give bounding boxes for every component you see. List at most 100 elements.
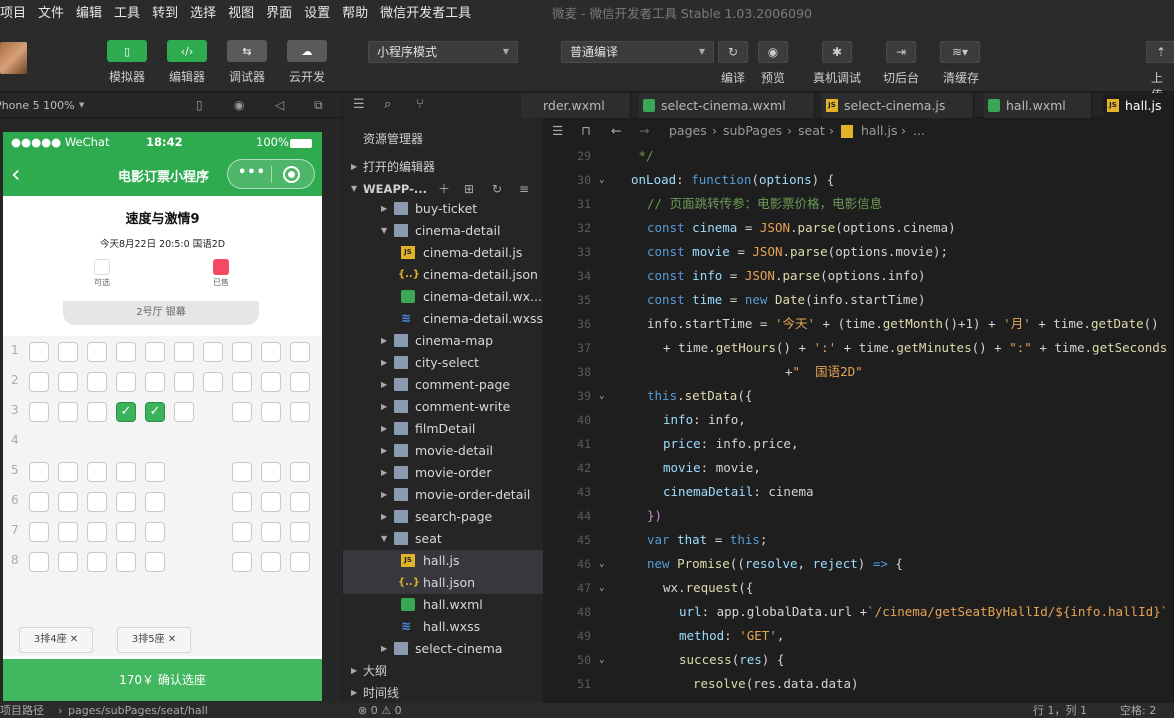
- menu-help[interactable]: 帮助: [336, 0, 374, 28]
- menu-select[interactable]: 选择: [184, 0, 222, 28]
- seat[interactable]: [58, 372, 78, 392]
- record-icon[interactable]: ◉: [234, 93, 244, 118]
- seat[interactable]: [145, 552, 165, 572]
- tree-item[interactable]: JS hall.js: [343, 550, 543, 572]
- tree-item[interactable]: hall.wxml: [343, 594, 543, 616]
- menu-view[interactable]: 视图: [222, 0, 260, 28]
- tree-item[interactable]: ▶ comment-write: [343, 396, 543, 418]
- tree-item[interactable]: ≋ cinema-detail.wxss: [343, 308, 543, 330]
- tree-item[interactable]: ▶ buy-ticket: [343, 198, 543, 220]
- seat[interactable]: [145, 372, 165, 392]
- seat[interactable]: [58, 552, 78, 572]
- tab-hall-wxml[interactable]: hall.wxml: [984, 93, 1092, 118]
- phone-icon[interactable]: ▯: [196, 93, 203, 118]
- mode-select[interactable]: 小程序模式 ▼: [368, 41, 518, 63]
- seat[interactable]: [290, 492, 310, 512]
- seat[interactable]: [58, 492, 78, 512]
- seat[interactable]: [58, 522, 78, 542]
- open-editors-section[interactable]: ▶ 打开的编辑器: [343, 156, 543, 178]
- cloud-button[interactable]: ☁ 云开发: [287, 40, 327, 85]
- tree-item[interactable]: JS cinema-detail.js: [343, 242, 543, 264]
- refresh-icon[interactable]: ↻: [492, 178, 502, 200]
- seat[interactable]: [58, 342, 78, 362]
- seat[interactable]: [87, 402, 107, 422]
- seat[interactable]: [290, 372, 310, 392]
- tree-item[interactable]: ▶ select-cinema: [343, 638, 543, 660]
- seat[interactable]: [29, 372, 49, 392]
- new-folder-icon[interactable]: ⊞: [464, 178, 474, 200]
- seat[interactable]: [87, 342, 107, 362]
- seat[interactable]: [87, 462, 107, 482]
- seat[interactable]: [58, 462, 78, 482]
- seat[interactable]: [261, 462, 281, 482]
- seat[interactable]: [232, 462, 252, 482]
- selected-seat[interactable]: ✓: [145, 402, 165, 422]
- outline-section[interactable]: ▶ 大纲: [343, 660, 543, 682]
- tree-item[interactable]: ▶ city-select: [343, 352, 543, 374]
- tree-item[interactable]: ▶ search-page: [343, 506, 543, 528]
- seat[interactable]: [232, 552, 252, 572]
- seat[interactable]: [87, 372, 107, 392]
- tab-order-wxml[interactable]: rder.wxml: [521, 93, 631, 118]
- seat[interactable]: [261, 342, 281, 362]
- tree-item[interactable]: ▶ movie-order-detail: [343, 484, 543, 506]
- tree-item[interactable]: {..} cinema-detail.json: [343, 264, 543, 286]
- menu-tools[interactable]: 工具: [108, 0, 146, 28]
- crumb-subpages[interactable]: subPages: [723, 118, 782, 144]
- tree-item[interactable]: ▶ movie-order: [343, 462, 543, 484]
- seat[interactable]: [116, 492, 136, 512]
- crumb-file[interactable]: hall.js: [861, 118, 898, 144]
- menu-interface[interactable]: 界面: [260, 0, 298, 28]
- fold-icon[interactable]: ⌄: [599, 648, 604, 672]
- seat[interactable]: [232, 522, 252, 542]
- seat[interactable]: [87, 522, 107, 542]
- more-icon[interactable]: •••: [238, 165, 266, 180]
- upload-button[interactable]: ⇡: [1146, 41, 1174, 63]
- indentation[interactable]: 空格: 2: [1120, 703, 1156, 718]
- menu-project[interactable]: 项目: [0, 0, 32, 28]
- selected-seat-chip[interactable]: 3排5座 ✕: [117, 627, 191, 653]
- seat[interactable]: [261, 552, 281, 572]
- cursor-position[interactable]: 行 1，列 1: [1033, 703, 1087, 718]
- crumb-pages[interactable]: pages: [669, 118, 707, 144]
- seat[interactable]: [145, 492, 165, 512]
- menu-goto[interactable]: 转到: [146, 0, 184, 28]
- compile-select[interactable]: 普通编译 ▼: [561, 41, 714, 63]
- seat[interactable]: [116, 372, 136, 392]
- confirm-seat-button[interactable]: 170￥ 确认选座: [3, 659, 322, 701]
- clear-cache-button[interactable]: ≋▾: [940, 41, 980, 63]
- seat[interactable]: [290, 522, 310, 542]
- tab-select-cinema-wxml[interactable]: select-cinema.wxml: [639, 93, 815, 118]
- background-button[interactable]: ⇥: [886, 41, 916, 63]
- seat[interactable]: [261, 402, 281, 422]
- selected-seat-chip[interactable]: 3排4座 ✕: [19, 627, 93, 653]
- tab-select-cinema-js[interactable]: JS select-cinema.js: [822, 93, 974, 118]
- seat[interactable]: [174, 372, 194, 392]
- fold-icon[interactable]: ⌄: [599, 576, 604, 600]
- seat[interactable]: [29, 522, 49, 542]
- tree-item[interactable]: ▼ cinema-detail: [343, 220, 543, 242]
- seat[interactable]: [174, 342, 194, 362]
- debugger-button[interactable]: ⇆ 调试器: [227, 40, 267, 85]
- collapse-icon[interactable]: ≡: [519, 178, 529, 200]
- seat[interactable]: [290, 462, 310, 482]
- seat[interactable]: [145, 342, 165, 362]
- seat[interactable]: [203, 372, 223, 392]
- preview-button[interactable]: ◉: [758, 41, 788, 63]
- menu-settings[interactable]: 设置: [298, 0, 336, 28]
- editor-button[interactable]: ‹/› 编辑器: [167, 40, 207, 85]
- selected-seat[interactable]: ✓: [116, 402, 136, 422]
- back-arrow-icon[interactable]: ←: [611, 118, 621, 144]
- tree-item[interactable]: {..} hall.json: [343, 572, 543, 594]
- fold-icon[interactable]: ⌄: [599, 168, 604, 192]
- seat[interactable]: [87, 552, 107, 572]
- crumb-seat[interactable]: seat: [798, 118, 825, 144]
- problems-indicator[interactable]: ⊗ 0 ⚠ 0: [358, 703, 402, 718]
- seat[interactable]: [232, 402, 252, 422]
- seat[interactable]: [232, 372, 252, 392]
- seat[interactable]: [261, 522, 281, 542]
- search-icon[interactable]: ⌕: [384, 97, 391, 112]
- seat[interactable]: [203, 342, 223, 362]
- forward-arrow-icon[interactable]: →: [639, 118, 649, 144]
- fold-icon[interactable]: ⌄: [599, 552, 604, 576]
